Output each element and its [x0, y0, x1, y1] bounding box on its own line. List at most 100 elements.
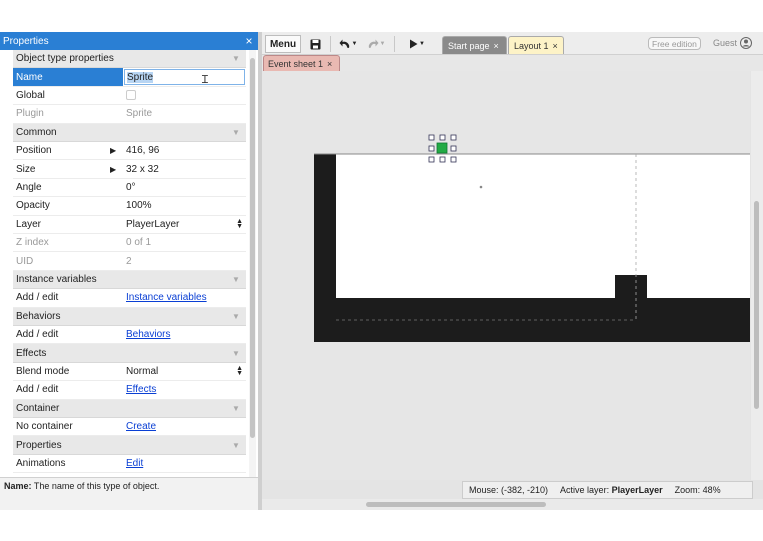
property-value[interactable]: Edit [123, 455, 246, 472]
property-plugin[interactable]: Plugin Sprite [13, 105, 246, 124]
property-value[interactable]: Create [123, 418, 246, 435]
section-instance-variables[interactable]: Instance variables ▼ [13, 270, 246, 290]
property-angle[interactable]: Angle 0° [13, 179, 246, 198]
property-label: Animations [16, 457, 66, 469]
section-properties[interactable]: Properties ▼ [13, 436, 246, 455]
property-add-edit[interactable]: Add / edit Behaviors [13, 326, 246, 345]
sub-tab-bar: Event sheet 1 × [262, 55, 763, 71]
property-value[interactable]: Effects [123, 381, 246, 398]
global-checkbox[interactable] [126, 90, 136, 101]
vertical-scrollbar[interactable] [751, 71, 763, 480]
no-container-link[interactable]: Create [126, 421, 156, 432]
properties-title: Properties [3, 35, 49, 47]
edition-badge[interactable]: Free edition [648, 37, 701, 50]
property-value[interactable]: 100% [123, 197, 246, 214]
expand-arrow-icon[interactable]: ▶ [110, 146, 116, 155]
layout-view [314, 134, 750, 342]
play-icon[interactable]: ▼ [404, 35, 430, 53]
property-global[interactable]: Global [13, 87, 246, 106]
property-add-edit[interactable]: Add / edit Instance variables [13, 289, 246, 308]
property-no-container[interactable]: No container Create [13, 418, 246, 437]
close-icon[interactable]: × [240, 32, 258, 50]
property-uid[interactable]: UID 2 [13, 252, 246, 271]
chevron-down-icon[interactable]: ▼ [226, 54, 246, 63]
chevron-down-icon[interactable]: ▼ [226, 128, 246, 137]
chevron-down-icon[interactable]: ▼ [226, 275, 246, 284]
property-label: Plugin [16, 108, 44, 120]
blend-mode-select-value[interactable]: Normal [126, 366, 158, 377]
chevron-down-icon[interactable]: ▼ [226, 441, 246, 450]
select-arrows-icon[interactable]: ▲ ▼ [236, 365, 243, 377]
properties-scrollbar[interactable] [249, 50, 256, 506]
close-icon[interactable]: × [553, 41, 558, 51]
chevron-down-icon[interactable]: ▼ [226, 349, 246, 358]
save-icon[interactable] [306, 35, 324, 53]
chevron-down-icon[interactable]: ▼ [226, 404, 246, 413]
add-edit-link[interactable]: Instance variables [126, 292, 207, 303]
property-add-edit[interactable]: Add / edit Effects [13, 381, 246, 400]
section-container[interactable]: Container ▼ [13, 399, 246, 418]
property-value[interactable]: Behaviors [123, 326, 246, 343]
undo-icon[interactable]: ▼ [335, 35, 361, 53]
property-opacity[interactable]: Opacity 100% [13, 197, 246, 216]
property-blend-mode[interactable]: Blend mode Normal ▲ ▼ [13, 363, 246, 382]
section-behaviors[interactable]: Behaviors ▼ [13, 307, 246, 326]
horizontal-scrollbar[interactable] [262, 499, 763, 510]
property-value[interactable]: PlayerLayer ▲ ▼ [123, 216, 246, 233]
property-value[interactable]: ▶ 416, 96 [110, 142, 246, 159]
property-value[interactable]: 0° [123, 179, 246, 196]
user-menu[interactable]: Guest [713, 37, 753, 49]
horizontal-scroll-thumb[interactable] [366, 502, 546, 507]
property-value[interactable]: Normal ▲ ▼ [123, 363, 246, 380]
property-value[interactable] [123, 87, 246, 104]
add-edit-link[interactable]: Effects [126, 384, 156, 395]
property-value[interactable]: Instance variables [123, 289, 246, 306]
property-z-index[interactable]: Z index 0 of 1 [13, 234, 246, 253]
name-input[interactable]: Sprite Ɪ [124, 69, 245, 87]
property-size[interactable]: Size ▶ 32 x 32 [13, 160, 246, 179]
property-description: Name: The name of this type of object. [0, 477, 258, 510]
layout-canvas[interactable] [262, 71, 750, 480]
properties-scroll-thumb[interactable] [250, 58, 255, 438]
opacity-value[interactable]: 100% [126, 200, 152, 211]
redo-icon[interactable]: ▼ [363, 35, 389, 53]
property-value[interactable]: Sprite Ɪ [123, 68, 246, 87]
close-icon[interactable]: × [494, 41, 499, 51]
property-position[interactable]: Position ▶ 416, 96 [13, 142, 246, 161]
layer-select-value[interactable]: PlayerLayer [126, 219, 179, 230]
vertical-scroll-thumb[interactable] [754, 201, 759, 409]
menu-button[interactable]: Menu [265, 35, 301, 53]
property-value[interactable]: Sprite [123, 105, 246, 122]
close-icon[interactable]: × [327, 59, 332, 69]
property-name[interactable]: Name Sprite Ɪ [13, 68, 246, 87]
tab-start-page[interactable]: Start page × [442, 36, 507, 54]
sprite-instance[interactable] [436, 142, 448, 154]
section-title: Object type properties [16, 53, 114, 65]
text-cursor-icon: Ɪ [201, 74, 208, 87]
add-edit-link[interactable]: Behaviors [126, 329, 170, 340]
section-title: Effects [16, 347, 47, 359]
property-value[interactable]: 0 of 1 [123, 234, 246, 251]
step-block[interactable] [615, 275, 647, 299]
property-value[interactable]: ▶ 32 x 32 [110, 160, 246, 177]
select-arrows-icon[interactable]: ▲ ▼ [236, 218, 243, 230]
editor-window: Properties × Object type properties ▼ Name… [0, 32, 763, 510]
expand-arrow-icon[interactable]: ▶ [110, 165, 116, 174]
property-animations[interactable]: Animations Edit [13, 455, 246, 474]
section-common[interactable]: Common ▼ [13, 123, 246, 142]
section-title: Container [16, 402, 60, 414]
tab-event-sheet-1[interactable]: Event sheet 1 × [263, 55, 340, 71]
section-object-type-properties[interactable]: Object type properties ▼ [13, 50, 246, 69]
angle-value[interactable]: 0° [126, 182, 136, 193]
section-effects[interactable]: Effects ▼ [13, 344, 246, 363]
size-value[interactable]: 32 x 32 [126, 164, 159, 175]
property-layer[interactable]: Layer PlayerLayer ▲ ▼ [13, 216, 246, 234]
tab-layout-1[interactable]: Layout 1 × [508, 36, 564, 54]
property-value[interactable]: 2 [123, 252, 246, 269]
animations-link[interactable]: Edit [126, 458, 143, 469]
chevron-down-icon[interactable]: ▼ [226, 312, 246, 321]
property-label: Size [16, 163, 36, 175]
property-label: Z index [16, 237, 49, 249]
property-label: Add / edit [16, 329, 59, 341]
position-value[interactable]: 416, 96 [126, 145, 159, 156]
